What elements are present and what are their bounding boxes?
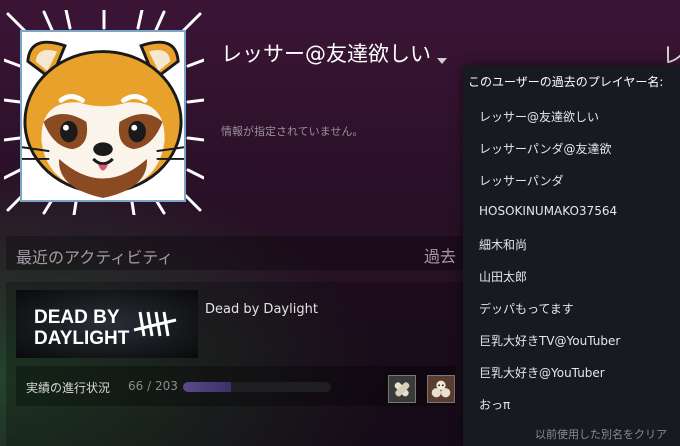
profile-summary: 情報が指定されていません。 xyxy=(221,125,364,138)
alias-item: 巨乳大好きTV@YouTuber xyxy=(479,334,621,348)
recent-game-block: DEAD BY DAYLIGHT Dead by Daylight 実績の進行状… xyxy=(6,282,466,446)
previous-aliases-header: このユーザーの過去のプレイヤー名: xyxy=(468,75,664,89)
alias-item: デッパもってます xyxy=(479,302,574,316)
alias-item: HOSOKINUMAKO37564 xyxy=(479,204,618,218)
alias-item: 巨乳大好き@YouTuber xyxy=(479,366,605,380)
game-capsule-image[interactable]: DEAD BY DAYLIGHT xyxy=(16,290,198,358)
clear-aliases-link[interactable]: 以前使用した別名をクリア xyxy=(535,426,667,442)
achievement-icon-bandage[interactable] xyxy=(388,375,416,403)
achievement-count: 66 / 203 xyxy=(128,379,178,393)
svg-text:DEAD BY: DEAD BY xyxy=(34,307,120,328)
avatar-frame[interactable] xyxy=(4,10,204,215)
achievement-progress-fill xyxy=(183,382,232,392)
alias-item: おっπ xyxy=(479,398,511,412)
achievement-progress-label: 実績の進行状況 xyxy=(26,381,111,395)
previous-aliases-dropdown: このユーザーの過去のプレイヤー名: レッサー@友達欲しい レッサーパンダ@友達欲… xyxy=(463,66,680,446)
achievement-progress-track xyxy=(183,382,331,392)
alias-item: 細木和尚 xyxy=(479,238,528,252)
chevron-down-icon[interactable] xyxy=(437,58,447,64)
achievement-progress-bar[interactable]: 実績の進行状況 66 / 203 xyxy=(16,366,456,406)
game-name-link[interactable]: Dead by Daylight xyxy=(205,302,318,317)
recent-activity-hours-label: 過去 xyxy=(424,247,457,266)
recent-activity-title: 最近のアクティビティ xyxy=(16,248,174,267)
alias-item: レッサーパンダ@友達欲 xyxy=(479,142,612,156)
achievement-icon-skulls[interactable] xyxy=(427,375,455,403)
bandage-icon xyxy=(389,376,415,402)
alias-item: レッサー@友達欲しい xyxy=(479,110,600,124)
dead-by-daylight-logo: DEAD BY DAYLIGHT xyxy=(16,290,198,358)
profile-name-text: レッサー@友達欲しい xyxy=(221,42,431,66)
recent-activity-header: 最近のアクティビティ 過去 xyxy=(6,236,466,270)
skull-pile-icon xyxy=(428,376,454,402)
avatar[interactable] xyxy=(20,30,186,202)
profile-name[interactable]: レッサー@友達欲しい xyxy=(221,38,447,68)
alias-item: 山田太郎 xyxy=(479,270,528,284)
svg-text:DAYLIGHT: DAYLIGHT xyxy=(34,328,130,349)
red-panda-icon xyxy=(22,32,184,200)
alias-item: レッサーパンダ xyxy=(479,174,564,188)
